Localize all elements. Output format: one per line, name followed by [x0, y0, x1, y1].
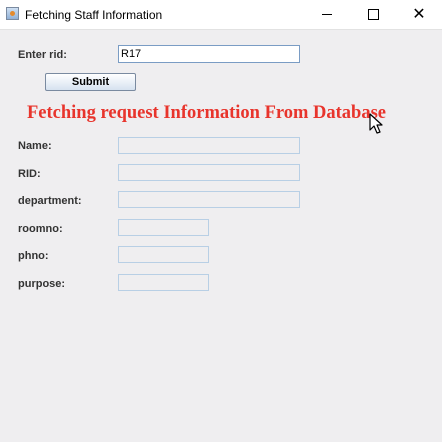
rid-result-field[interactable] — [118, 164, 300, 181]
close-icon: ✕ — [412, 5, 426, 23]
name-field[interactable] — [118, 137, 300, 154]
mouse-cursor-icon — [369, 113, 383, 134]
title-bar: Fetching Staff Information ✕ — [0, 0, 442, 30]
name-label: Name: — [18, 140, 52, 152]
minimize-button[interactable] — [304, 0, 350, 29]
minimize-icon — [322, 14, 332, 15]
submit-button[interactable]: Submit — [45, 73, 136, 91]
rid-result-label: RID: — [18, 168, 41, 180]
department-label: department: — [18, 195, 82, 207]
page-heading: Fetching request Information From Databa… — [27, 103, 387, 123]
roomno-label: roomno: — [18, 223, 63, 235]
phno-field[interactable] — [118, 246, 209, 263]
rid-label: Enter rid: — [18, 49, 67, 61]
maximize-icon — [367, 9, 379, 20]
maximize-button[interactable] — [350, 0, 396, 29]
window-title: Fetching Staff Information — [25, 8, 163, 22]
roomno-field[interactable] — [118, 219, 209, 236]
department-field[interactable] — [118, 191, 300, 208]
purpose-field[interactable] — [118, 274, 209, 291]
purpose-label: purpose: — [18, 278, 66, 290]
java-app-icon — [6, 7, 19, 20]
close-button[interactable]: ✕ — [396, 0, 442, 29]
phno-label: phno: — [18, 250, 49, 262]
rid-input[interactable] — [118, 45, 300, 63]
